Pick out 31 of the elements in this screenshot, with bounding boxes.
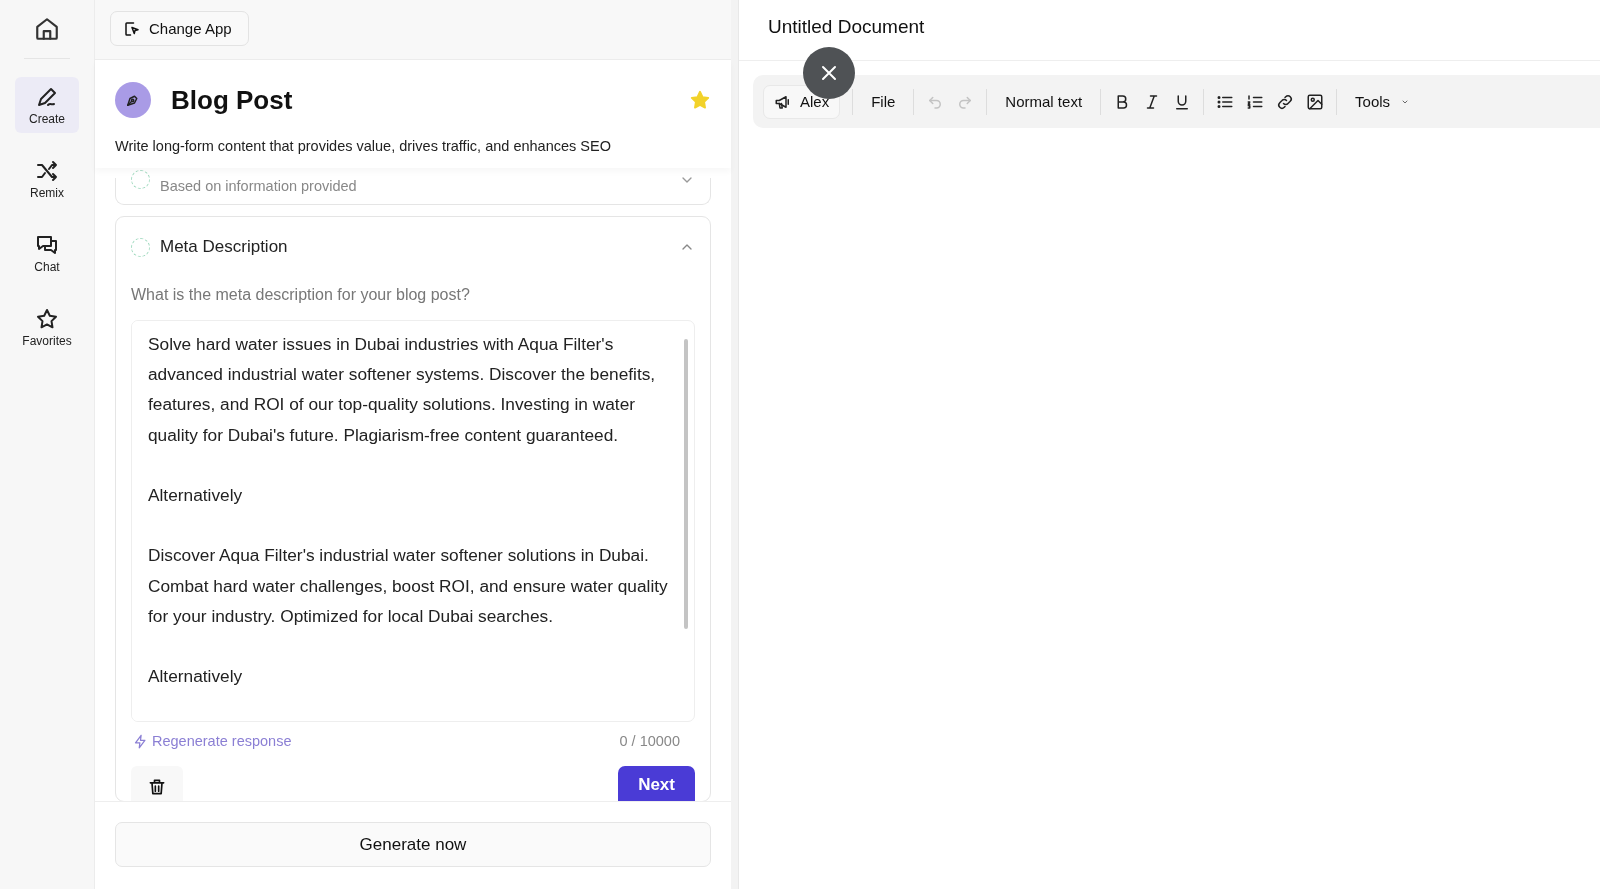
question-label: What is the meta description for your blog post? bbox=[131, 286, 471, 304]
app-description: Write long-form content that provides value, drives traffic, and enhances SEO bbox=[115, 138, 612, 154]
pen-nib-icon bbox=[115, 82, 151, 118]
home-icon[interactable] bbox=[34, 16, 60, 42]
nav-item[interactable]: Create bbox=[15, 77, 79, 133]
shuffle-icon bbox=[35, 158, 59, 183]
image-icon[interactable] bbox=[1306, 92, 1325, 111]
step-title: Meta Description bbox=[160, 237, 289, 257]
app-title: Blog Post bbox=[171, 84, 294, 116]
nav-item[interactable]: Favorites bbox=[15, 299, 79, 355]
file-menu[interactable]: File bbox=[865, 89, 902, 114]
star-icon[interactable] bbox=[689, 89, 711, 111]
regenerate-link[interactable]: Regenerate response bbox=[133, 733, 292, 749]
nav-item[interactable]: Chat bbox=[15, 225, 79, 281]
document-title: Untitled Document bbox=[768, 16, 926, 38]
link-icon[interactable] bbox=[1276, 92, 1295, 111]
change-app-button[interactable]: Change App bbox=[110, 11, 249, 46]
lightning-icon bbox=[133, 733, 148, 749]
delete-button[interactable] bbox=[131, 766, 183, 801]
tools-menu[interactable]: Tools bbox=[1349, 89, 1419, 114]
star-icon bbox=[35, 306, 59, 331]
cursor-window-icon bbox=[123, 19, 141, 38]
trash-icon bbox=[147, 777, 167, 797]
text-style-dropdown[interactable]: Normal text bbox=[999, 89, 1089, 114]
nav-item[interactable]: Remix bbox=[15, 151, 79, 207]
answer-box[interactable]: Solve hard water issues in Dubai industries with Aqua Filter's advanced industrial water softener systems. Discover the benefits, features, and ROI of our top-quality solutions. Investing in water quality for Dubai's future. Plagiarism-free content guaranteed. Alternatively Discover Aqua Filter's industrial water softener solutions in Dubai. Combat hard water challenges, boost ROI, and ensure water quality for your industry. Optimized for local Dubai searches. Alternatively bbox=[131, 320, 695, 722]
generate-button[interactable]: Generate now bbox=[115, 822, 711, 867]
numbered-list-icon[interactable] bbox=[1246, 92, 1265, 111]
step-subtitle: Based on information provided bbox=[160, 178, 358, 194]
character-count: 0 / 10000 bbox=[619, 733, 680, 749]
next-button[interactable]: Next bbox=[618, 766, 695, 801]
